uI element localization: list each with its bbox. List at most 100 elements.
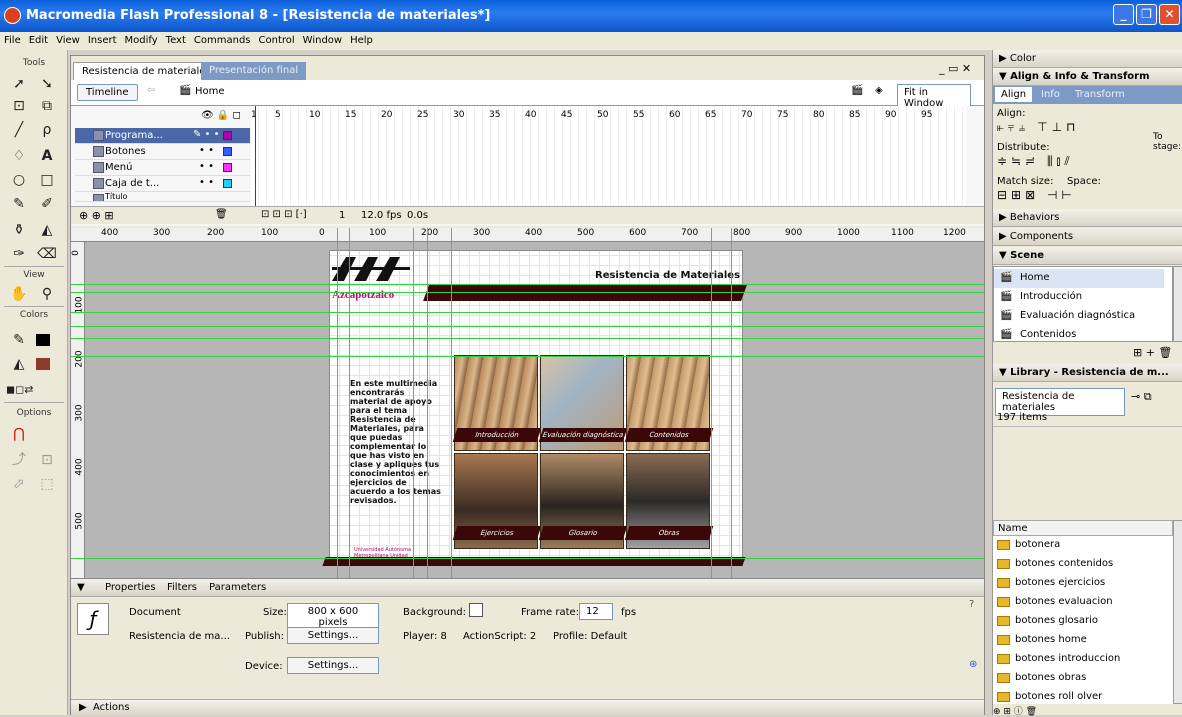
stage-canvas[interactable]: Azcapotzalco Resistencia de Materiales E… xyxy=(322,250,747,566)
swap-colors-icon[interactable]: ◼◻⇄ xyxy=(6,380,33,400)
hand-tool-icon[interactable]: ✋ xyxy=(8,284,30,304)
line-tool-icon[interactable]: ╱ xyxy=(8,120,30,140)
menu-modify[interactable]: Modify xyxy=(121,32,162,49)
tab-properties[interactable]: Properties xyxy=(105,582,156,593)
guide-line[interactable] xyxy=(71,284,984,285)
tab-align[interactable]: Align xyxy=(995,87,1033,102)
help-icon[interactable]: ? xyxy=(969,599,974,610)
scene-actions-icons[interactable]: ⊞ + 🗑 xyxy=(1133,346,1172,359)
layer-outline-swatch[interactable] xyxy=(223,147,232,156)
guide-line[interactable] xyxy=(349,228,350,578)
library-panel-header[interactable]: ▼ Library - Resistencia de m... xyxy=(993,364,1182,382)
guide-line[interactable] xyxy=(71,338,984,339)
stroke-color-icon[interactable]: ✎ xyxy=(8,330,30,350)
scene-item-evaluacion[interactable]: 🎬 Evaluación diagnóstica xyxy=(994,307,1164,326)
distribute-buttons-icon[interactable]: ≑≒≓ ⫼⫾⫽ xyxy=(997,154,1074,169)
onion-skin-icons[interactable]: ⊡ ⊡ ⊡ [·] xyxy=(261,209,307,220)
menu-file[interactable]: File xyxy=(0,32,25,49)
tile-evaluacion[interactable]: Evaluación diagnóstica xyxy=(538,355,628,451)
library-item[interactable]: botones roll olver xyxy=(993,688,1173,704)
tile-obras[interactable]: Obras xyxy=(624,453,714,549)
match-size-buttons-icon[interactable]: ⊟⊞⊠ ⊣⊢ xyxy=(997,188,1076,202)
pen-tool-icon[interactable]: ♢ xyxy=(8,146,30,166)
brush-tool-icon[interactable]: ✐ xyxy=(36,194,58,214)
behaviors-panel-header[interactable]: ▶ Behaviors xyxy=(993,209,1182,227)
tile-glosario[interactable]: Glosario xyxy=(538,453,628,549)
minimize-button[interactable]: _ xyxy=(1113,4,1134,25)
edit-scene-icon[interactable]: 🎬 xyxy=(851,85,863,96)
library-item[interactable]: botones evaluacion xyxy=(993,593,1173,612)
free-transform-tool-icon[interactable]: ⊡ xyxy=(8,96,30,116)
scene-scrollbar[interactable] xyxy=(1173,266,1182,342)
accessibility-icon[interactable]: ⊛ xyxy=(969,659,977,670)
gradient-transform-tool-icon[interactable]: ⧉ xyxy=(36,96,58,116)
straighten-icon[interactable]: ⊡ xyxy=(36,450,58,470)
menu-commands[interactable]: Commands xyxy=(190,32,255,49)
menu-insert[interactable]: Insert xyxy=(84,32,121,49)
doc-window-controls[interactable]: _ ▭ ✕ xyxy=(939,62,971,75)
tab-info[interactable]: Info xyxy=(1041,89,1060,100)
device-settings-button[interactable]: Settings... xyxy=(287,657,379,674)
back-arrow-icon[interactable]: ⇦ xyxy=(147,85,155,96)
scene-panel-header[interactable]: ▼ Scene xyxy=(993,247,1182,265)
guide-line[interactable] xyxy=(413,228,414,578)
collapse-arrow-icon[interactable]: ▼ xyxy=(77,582,85,593)
layer-outline-swatch[interactable] xyxy=(223,131,232,140)
menu-control[interactable]: Control xyxy=(255,32,299,49)
lasso-tool-icon[interactable]: ρ xyxy=(36,120,58,140)
menu-window[interactable]: Window xyxy=(299,32,346,49)
guide-line[interactable] xyxy=(71,312,984,313)
guide-line[interactable] xyxy=(711,228,712,578)
pencil-tool-icon[interactable]: ✎ xyxy=(8,194,30,214)
layer-row[interactable]: Botones • • xyxy=(75,144,250,160)
background-color-swatch[interactable] xyxy=(469,603,483,617)
guide-line[interactable] xyxy=(451,228,452,578)
library-column-header[interactable]: Name xyxy=(993,520,1173,536)
library-item[interactable]: botones contenidos xyxy=(993,555,1173,574)
zoom-tool-icon[interactable]: ⚲ xyxy=(36,284,58,304)
align-buttons-icon[interactable]: ⫦⫧⫨ ⊤⊥⊓ xyxy=(997,120,1079,135)
tab-filters[interactable]: Filters xyxy=(167,582,197,593)
delete-layer-icon[interactable]: 🗑 xyxy=(215,209,228,220)
layer-row[interactable]: Programa... ✎ • • xyxy=(75,128,250,144)
library-item[interactable]: botones ejercicios xyxy=(993,574,1173,593)
guide-line[interactable] xyxy=(427,228,428,578)
actions-panel-header[interactable]: ▶ Actions xyxy=(71,699,984,716)
layer-row[interactable]: Título xyxy=(75,192,250,202)
library-item[interactable]: botonera xyxy=(993,536,1173,555)
eraser-tool-icon[interactable]: ⌫ xyxy=(36,244,58,264)
library-bottom-toolbar[interactable]: ⊕ ⊞ ⓘ 🗑 xyxy=(993,704,1182,717)
guide-line[interactable] xyxy=(71,558,984,559)
tab-parameters[interactable]: Parameters xyxy=(209,582,266,593)
scene-item-introduccion[interactable]: 🎬 Introducción xyxy=(994,288,1164,307)
frames-area[interactable]: 1 5 10 15 20 25 30 35 40 45 50 55 60 65 … xyxy=(251,106,966,206)
layer-outline-swatch[interactable] xyxy=(223,163,232,172)
menu-help[interactable]: Help xyxy=(346,32,377,49)
smooth-icon[interactable]: ⤴ xyxy=(8,450,30,470)
scene-item-contenidos[interactable]: 🎬 Contenidos xyxy=(994,326,1164,341)
text-tool-icon[interactable]: A xyxy=(36,146,58,166)
layer-row[interactable]: Menú • • xyxy=(75,160,250,176)
eyedropper-tool-icon[interactable]: ✑ xyxy=(8,244,30,264)
selection-tool-icon[interactable]: ➚ xyxy=(8,74,30,94)
publish-settings-button[interactable]: Settings... xyxy=(287,627,379,644)
layer-row[interactable]: Caja de t... • • xyxy=(75,176,250,192)
subselection-tool-icon[interactable]: ➘ xyxy=(36,74,58,94)
rectangle-tool-icon[interactable]: □ xyxy=(36,170,58,190)
ink-bottle-tool-icon[interactable]: ⚱ xyxy=(8,220,30,240)
close-button[interactable]: ✕ xyxy=(1159,4,1180,25)
guide-line[interactable] xyxy=(71,356,984,357)
tab-presentacion[interactable]: Presentación final xyxy=(201,62,307,80)
menu-edit[interactable]: Edit xyxy=(25,32,52,49)
stage-area[interactable]: 400 300 200 100 0 100 200 300 400 500 60… xyxy=(71,228,984,578)
tile-introduccion[interactable]: Introducción xyxy=(452,355,542,451)
tile-contenidos[interactable]: Contenidos xyxy=(624,355,714,451)
snap-to-objects-icon[interactable]: ⋂ xyxy=(8,424,30,444)
edit-symbols-icon[interactable]: ◈ xyxy=(875,85,883,96)
tile-ejercicios[interactable]: Ejercicios xyxy=(452,453,542,549)
restore-button[interactable]: ❐ xyxy=(1136,4,1157,25)
tab-transform[interactable]: Transform xyxy=(1075,89,1125,100)
add-layer-icon[interactable]: ⊕ ⊕ ⊞ xyxy=(79,209,114,222)
components-panel-header[interactable]: ▶ Components xyxy=(993,228,1182,246)
library-scrollbar[interactable] xyxy=(1173,520,1182,704)
